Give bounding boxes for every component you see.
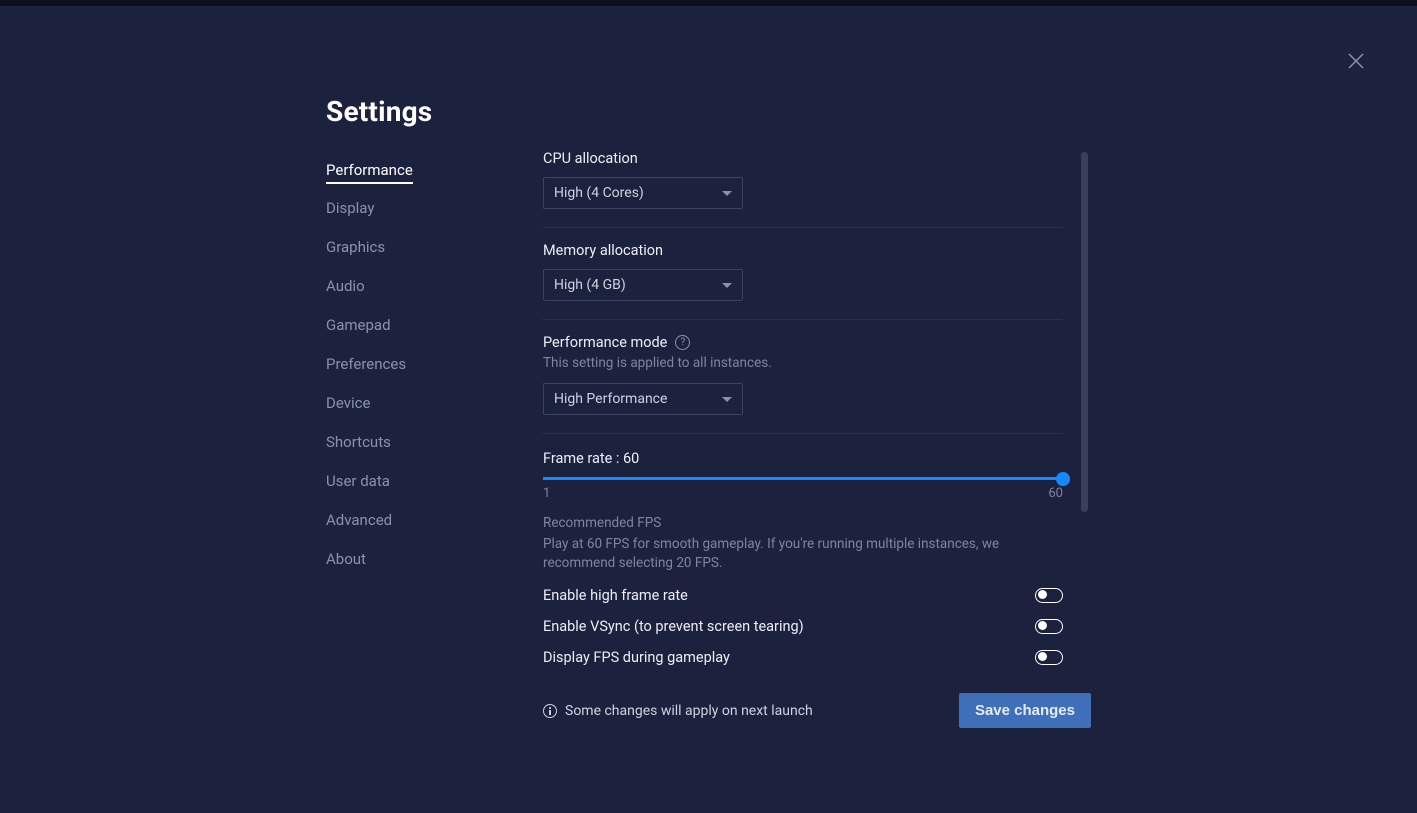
sidebar-item-advanced[interactable]: Advanced <box>326 506 392 535</box>
scrollbar-thumb[interactable] <box>1081 152 1088 512</box>
memory-allocation-value: High (4 GB) <box>554 277 626 293</box>
chevron-down-icon <box>722 397 732 402</box>
setting-memory-allocation: Memory allocation High (4 GB) <box>543 242 1063 320</box>
close-button[interactable] <box>1345 50 1367 72</box>
save-changes-button[interactable]: Save changes <box>959 693 1091 728</box>
cpu-allocation-select[interactable]: High (4 Cores) <box>543 177 743 209</box>
toggle-row-high-frame-rate: Enable high frame rate <box>543 587 1063 604</box>
toggle-label-vsync: Enable VSync (to prevent screen tearing) <box>543 618 804 635</box>
setting-performance-mode: Performance mode ? This setting is appli… <box>543 334 1063 434</box>
toggle-row-vsync: Enable VSync (to prevent screen tearing) <box>543 618 1063 635</box>
close-icon <box>1347 52 1365 70</box>
settings-footer: Some changes will apply on next launch S… <box>543 693 1091 728</box>
chevron-down-icon <box>722 283 732 288</box>
help-icon[interactable]: ? <box>675 335 690 350</box>
window-top-strip <box>0 0 1417 6</box>
frame-rate-slider[interactable]: 1 60 <box>543 477 1063 501</box>
slider-max: 60 <box>1048 486 1063 501</box>
settings-scroll-region: CPU allocation High (4 Cores) Memory all… <box>543 150 1063 670</box>
toggle-label-high-frame-rate: Enable high frame rate <box>543 587 688 604</box>
sidebar-item-shortcuts[interactable]: Shortcuts <box>326 428 391 457</box>
recommended-fps-text: Play at 60 FPS for smooth gameplay. If y… <box>543 535 1063 573</box>
footer-note-text: Some changes will apply on next launch <box>565 703 813 719</box>
sidebar-item-graphics[interactable]: Graphics <box>326 233 385 262</box>
slider-min: 1 <box>543 486 550 501</box>
toggle-label-display-fps: Display FPS during gameplay <box>543 649 730 666</box>
page-title: Settings <box>326 95 432 128</box>
sidebar-item-about[interactable]: About <box>326 545 366 574</box>
performance-mode-note: This setting is applied to all instances… <box>543 355 1063 371</box>
sidebar-item-user-data[interactable]: User data <box>326 467 390 496</box>
chevron-down-icon <box>722 191 732 196</box>
cpu-allocation-value: High (4 Cores) <box>554 185 644 201</box>
memory-allocation-select[interactable]: High (4 GB) <box>543 269 743 301</box>
toggle-knob <box>1038 590 1047 599</box>
sidebar-item-display[interactable]: Display <box>326 194 374 223</box>
toggle-vsync[interactable] <box>1035 619 1063 634</box>
settings-sidebar: Performance Display Graphics Audio Gamep… <box>326 156 496 584</box>
info-icon <box>543 704 557 718</box>
slider-thumb[interactable] <box>1056 472 1070 486</box>
slider-range-labels: 1 60 <box>543 486 1063 501</box>
sidebar-item-performance[interactable]: Performance <box>326 156 413 184</box>
scrollbar[interactable] <box>1081 152 1088 652</box>
performance-mode-label: Performance mode ? <box>543 334 1063 351</box>
performance-mode-value: High Performance <box>554 391 667 407</box>
setting-frame-rate: Frame rate : 60 1 60 Recommended FPS Pla… <box>543 448 1063 666</box>
sidebar-item-audio[interactable]: Audio <box>326 272 365 301</box>
recommended-fps-title: Recommended FPS <box>543 515 1063 531</box>
cpu-allocation-label: CPU allocation <box>543 150 1063 167</box>
sidebar-item-device[interactable]: Device <box>326 389 370 418</box>
toggle-display-fps[interactable] <box>1035 650 1063 665</box>
sidebar-item-preferences[interactable]: Preferences <box>326 350 406 379</box>
toggle-knob <box>1038 652 1047 661</box>
sidebar-item-gamepad[interactable]: Gamepad <box>326 311 391 340</box>
memory-allocation-label: Memory allocation <box>543 242 1063 259</box>
footer-note: Some changes will apply on next launch <box>543 703 813 719</box>
toggle-high-frame-rate[interactable] <box>1035 588 1063 603</box>
performance-mode-select[interactable]: High Performance <box>543 383 743 415</box>
toggle-row-display-fps: Display FPS during gameplay <box>543 649 1063 666</box>
performance-mode-label-text: Performance mode <box>543 334 667 351</box>
toggle-knob <box>1038 621 1047 630</box>
frame-rate-label: Frame rate : 60 <box>543 450 1063 467</box>
slider-track <box>543 477 1063 480</box>
setting-cpu-allocation: CPU allocation High (4 Cores) <box>543 150 1063 228</box>
